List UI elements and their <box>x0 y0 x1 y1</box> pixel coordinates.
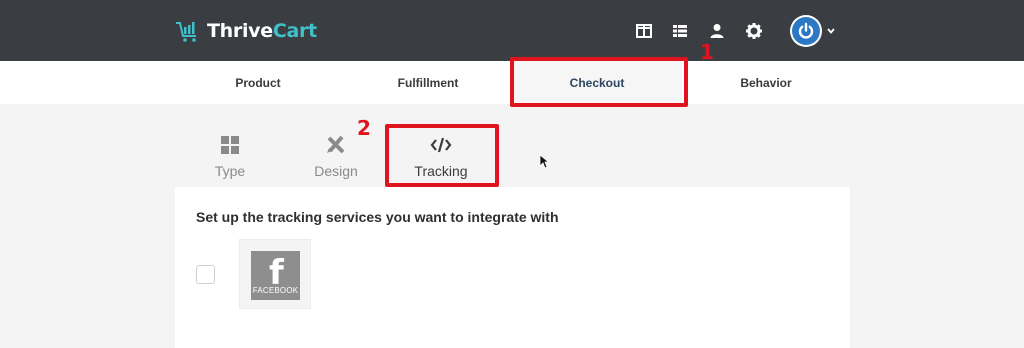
facebook-checkbox[interactable] <box>196 265 215 284</box>
annotation-box-2 <box>385 124 499 187</box>
facebook-label: FACEBOOK <box>252 286 299 295</box>
subtab-design[interactable]: Design <box>291 133 381 183</box>
power-icon <box>798 22 814 39</box>
list-icon[interactable] <box>671 22 689 40</box>
subtab-design-label: Design <box>314 163 358 179</box>
design-tools-icon <box>327 135 345 154</box>
annotation-number-2: 2 <box>357 116 371 140</box>
brand-name: ThriveCart <box>207 20 317 42</box>
layout-icon[interactable] <box>635 22 653 40</box>
annotation-number-1: 1 <box>700 40 714 64</box>
tab-fulfillment[interactable]: Fulfillment <box>348 61 508 104</box>
grid-icon <box>221 136 239 154</box>
subtab-type[interactable]: Type <box>185 133 275 183</box>
tab-behavior[interactable]: Behavior <box>686 61 846 104</box>
annotation-box-1 <box>510 57 688 107</box>
cart-logo-icon <box>176 22 196 42</box>
mouse-cursor-icon <box>539 154 549 169</box>
user-icon[interactable] <box>708 22 726 40</box>
facebook-service-tile[interactable]: f FACEBOOK <box>239 239 311 309</box>
thrivecart-logo[interactable]: ThriveCart <box>175 18 317 44</box>
top-bar: ThriveCart <box>0 0 1024 61</box>
panel-title: Set up the tracking services you want to… <box>196 209 559 225</box>
facebook-icon: f FACEBOOK <box>251 251 300 300</box>
chevron-down-icon[interactable] <box>826 26 836 36</box>
avatar[interactable] <box>790 15 822 47</box>
tab-product[interactable]: Product <box>178 61 338 104</box>
gear-icon[interactable] <box>745 22 763 40</box>
subtab-type-label: Type <box>214 163 246 179</box>
tracking-panel: Set up the tracking services you want to… <box>175 187 850 348</box>
